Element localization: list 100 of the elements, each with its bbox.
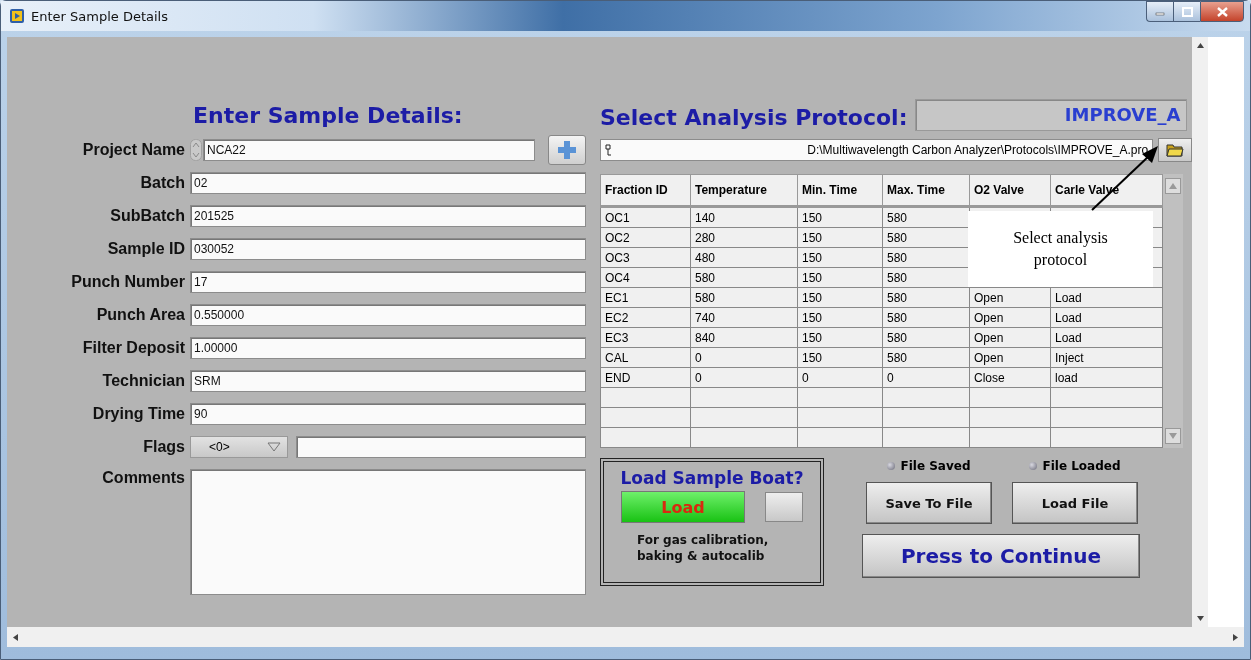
table-scrollbar[interactable] [1163,174,1183,448]
table-cell: 140 [690,206,798,228]
dropdown-arrow-icon [267,442,281,452]
table-cell: 580 [882,327,970,348]
field-label: Flags [142,438,186,456]
scroll-left-icon [13,633,18,641]
app-icon [9,8,25,24]
table-cell: 580 [882,287,970,308]
folder-icon [1166,143,1185,157]
table-cell: 0 [797,367,883,388]
table-cell: 480 [690,247,798,268]
close-button[interactable] [1200,1,1244,22]
table-cell: 580 [882,347,970,368]
table-cell: EC2 [600,307,691,328]
table-cell: 580 [690,267,798,288]
field-label: SubBatch [109,207,186,225]
status-label: File Loaded [1042,459,1121,473]
text-field[interactable]: 0.550000 [190,304,586,326]
table-cell: END [600,367,691,388]
text-field[interactable]: 90 [190,403,586,425]
table-cell: 0 [882,367,970,388]
table-cell: 0 [690,347,798,368]
flags-dropdown[interactable]: <0> [190,436,288,458]
flags-field[interactable] [296,436,586,458]
field-label: Comments [101,469,186,487]
scroll-right-icon [1233,633,1238,641]
browse-button[interactable] [1158,138,1192,162]
table-cell: Inject [1050,347,1163,368]
text-field[interactable]: 17 [190,271,586,293]
scroll-up-icon [1196,43,1204,48]
spinner-icon[interactable] [190,139,202,161]
path-icon [605,144,612,156]
table-cell: 150 [797,227,883,248]
plus-icon [556,139,578,161]
vertical-scrollbar[interactable] [1192,37,1208,627]
field-label: Punch Number [70,273,186,291]
table-cell: 280 [690,227,798,248]
scroll-down-icon [1196,616,1204,621]
table-cell: 150 [797,347,883,368]
table-cell: EC3 [600,327,691,348]
field-label: Drying Time [91,405,186,423]
file-button[interactable]: Save To File [866,482,992,524]
maximize-button[interactable] [1173,1,1200,22]
file-button[interactable]: Load File [1012,482,1138,524]
table-cell: Open [969,347,1051,368]
table-cell: 740 [690,307,798,328]
field-label: Technician [101,372,186,390]
table-cell: 150 [797,267,883,288]
text-field[interactable]: 02 [190,172,586,194]
panel-title: Load Sample Boat? [620,468,804,488]
table-cell: Load [1050,327,1163,348]
comments-field[interactable] [190,469,586,595]
column-header: O2 Valve [969,174,1051,207]
table-cell: Open [969,327,1051,348]
protocol-name-display: IMPROVE_A [915,99,1188,131]
horizontal-scrollbar[interactable] [7,627,1244,647]
text-field[interactable]: NCA22 [203,139,535,161]
table-cell: 0 [690,367,798,388]
add-button[interactable] [548,135,586,165]
table-cell: Load [1050,307,1163,328]
table-cell: 150 [797,327,883,348]
field-label: Sample ID [106,240,186,258]
table-cell: 150 [797,247,883,268]
column-header: Fraction ID [600,174,691,207]
text-field[interactable]: 1.00000 [190,337,586,359]
table-cell: OC3 [600,247,691,268]
text-field[interactable]: 030052 [190,238,586,260]
table-cell: 150 [797,206,883,228]
scroll-up-icon [1169,183,1177,189]
table-cell: 580 [882,307,970,328]
section-heading: Enter Sample Details: [193,103,464,129]
column-header: Min. Time [797,174,883,207]
field-label: Batch [139,174,186,192]
minimize-button[interactable] [1146,1,1173,22]
table-cell: load [1050,367,1163,388]
table-cell: 150 [797,287,883,308]
column-header: Temperature [690,174,798,207]
field-label: Punch Area [95,306,186,324]
text-field[interactable]: 201525 [190,205,586,227]
callout-text: Select analysis protocol [968,211,1153,287]
status-label: File Saved [900,459,971,473]
table-cell: 580 [690,287,798,308]
field-label: Filter Deposit [81,339,186,357]
table-cell: CAL [600,347,691,368]
toggle-switch[interactable] [765,492,803,522]
table-cell: 150 [797,307,883,328]
window-title: Enter Sample Details [31,8,168,24]
text-field[interactable]: SRM [190,370,586,392]
close-icon [1216,6,1228,17]
path-field[interactable]: D:\Multiwavelength Carbon Analyzer\Protocols\IMPROVE_A.pro [600,139,1154,161]
table-cell: 840 [690,327,798,348]
continue-button[interactable]: Press to Continue [862,534,1140,578]
table-cell: EC1 [600,287,691,308]
table-cell: Close [969,367,1051,388]
column-header: Max. Time [882,174,970,207]
table-cell: OC1 [600,206,691,228]
panel-note: For gas calibration, baking & autocalib [637,532,770,564]
table-cell: OC2 [600,227,691,248]
section-heading: Select Analysis Protocol: [600,105,908,131]
scroll-down-icon [1169,433,1177,439]
